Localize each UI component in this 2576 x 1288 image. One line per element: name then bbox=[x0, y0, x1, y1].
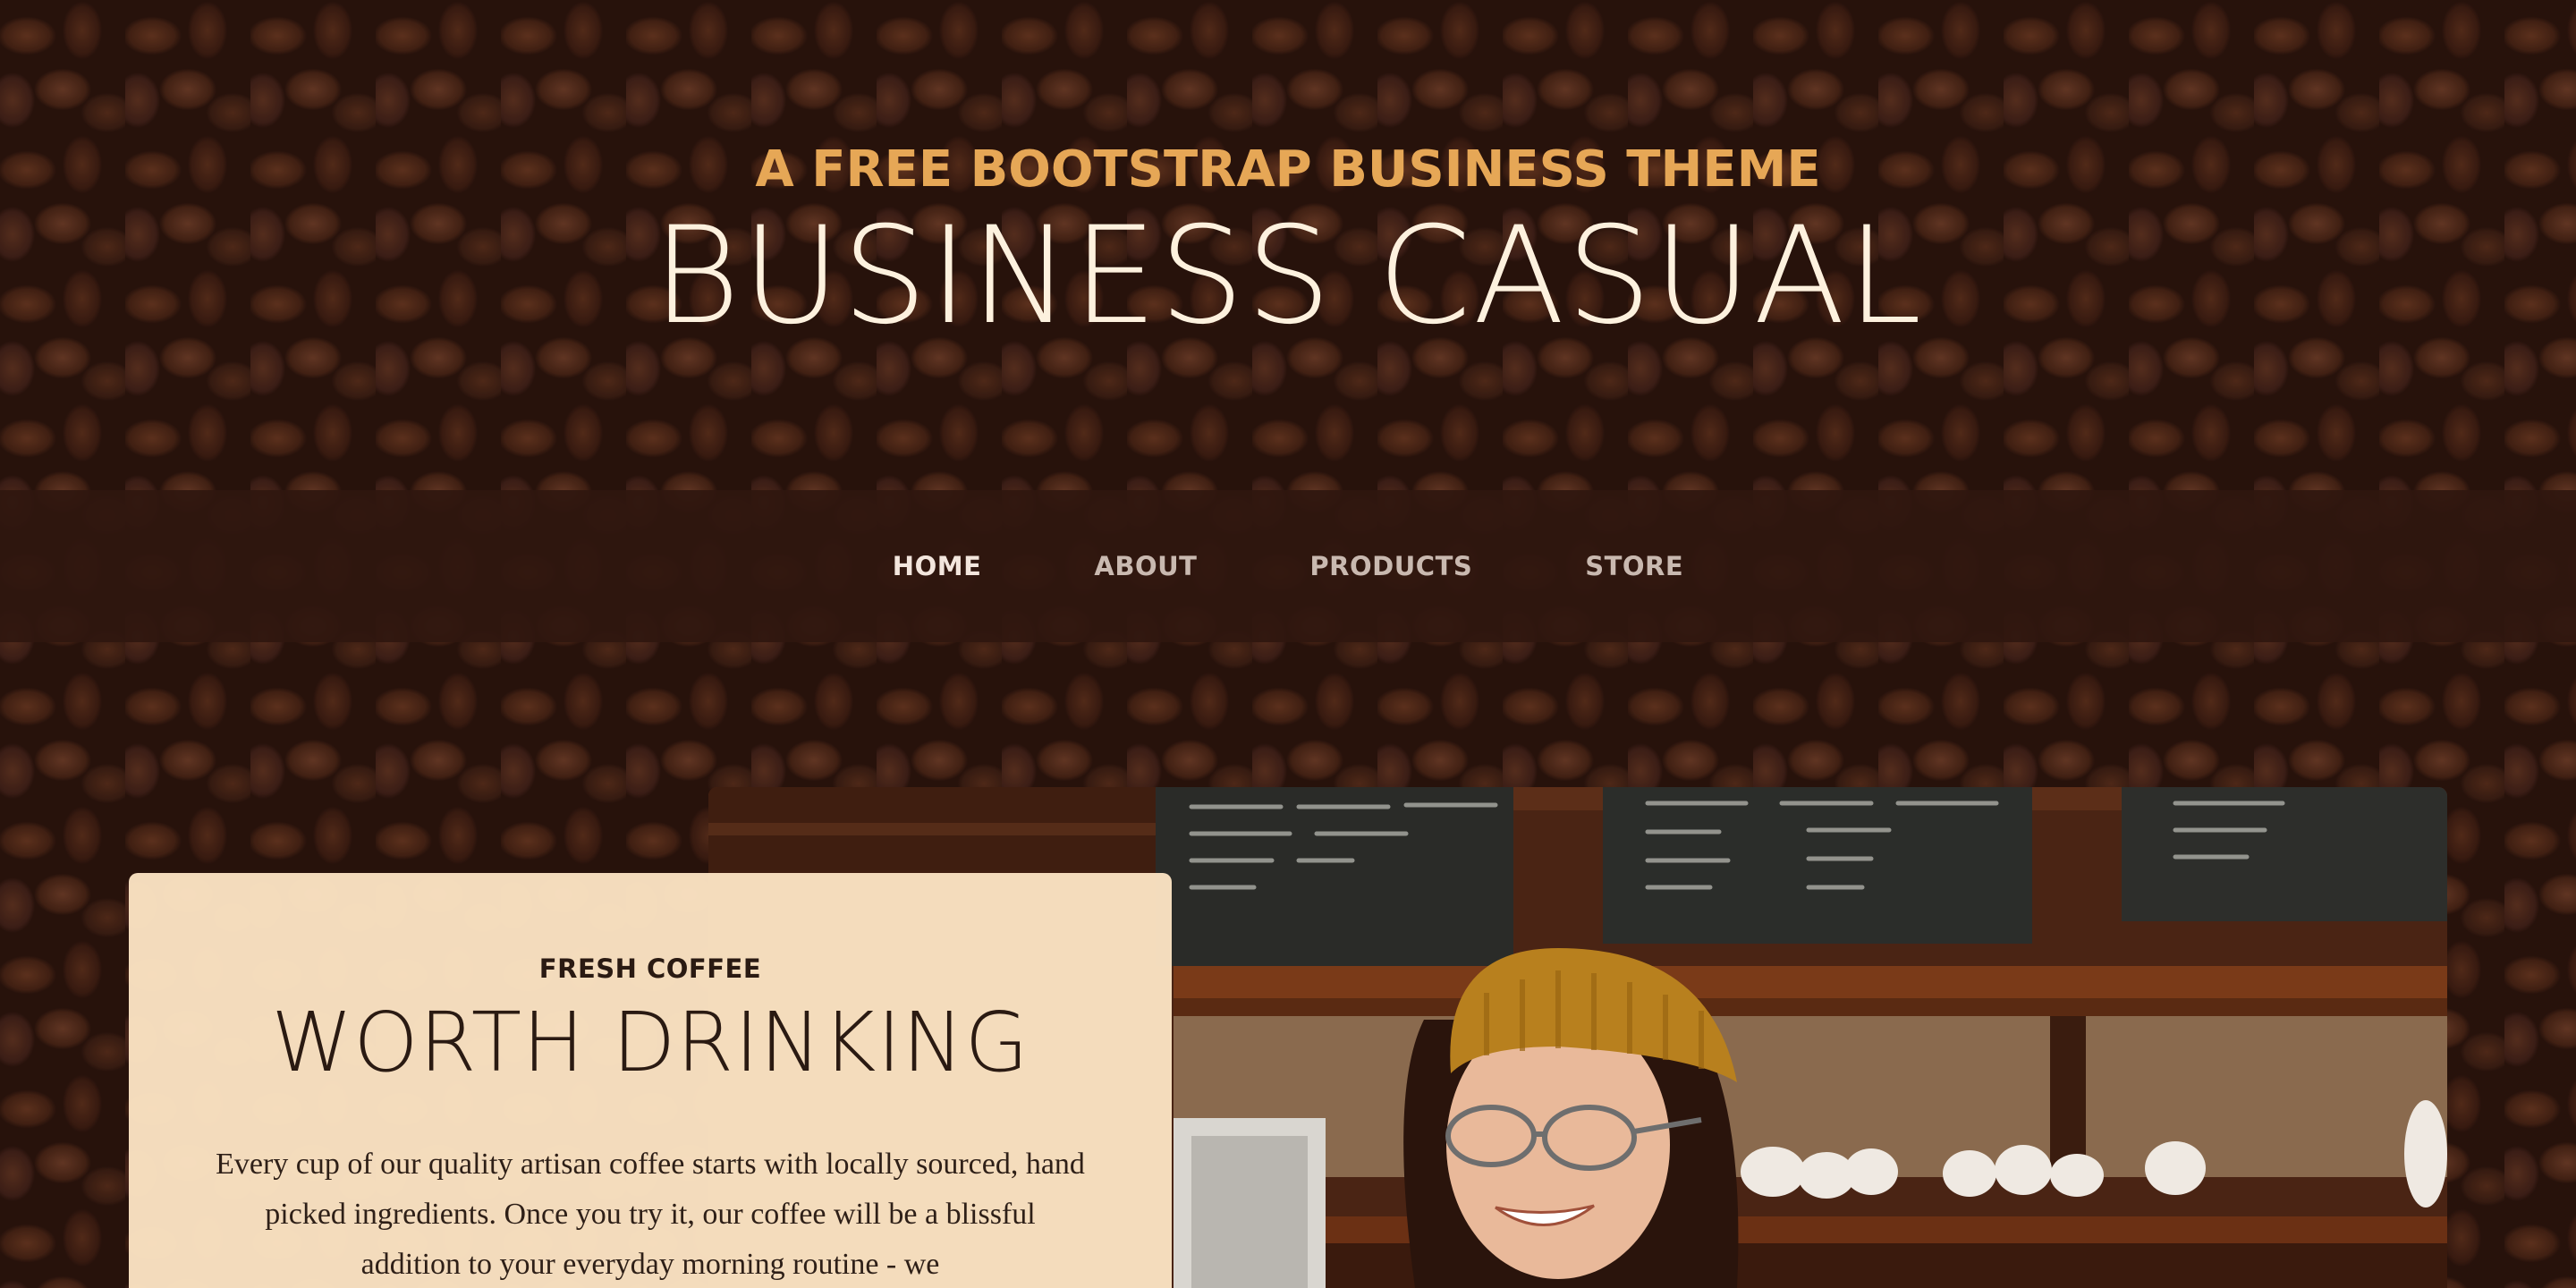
intro-text: Every cup of our quality artisan coffee … bbox=[216, 1148, 1085, 1281]
site-heading: A FREE BOOTSTRAP BUSINESS THEME BUSINESS… bbox=[0, 134, 2576, 343]
nav-item-home[interactable]: HOME bbox=[893, 551, 982, 581]
nav-item-store[interactable]: STORE bbox=[1585, 551, 1683, 581]
intro-heading-upper: FRESH COFFEE bbox=[538, 953, 762, 984]
nav-item-products[interactable]: PRODUCTS bbox=[1309, 551, 1472, 581]
main-navbar: HOME ABOUT PRODUCTS STORE bbox=[0, 490, 2576, 642]
intro-card: FRESH COFFEE WORTH DRINKING Every cup of… bbox=[129, 873, 1172, 1288]
nav-item-about[interactable]: ABOUT bbox=[1094, 551, 1197, 581]
nav-list: HOME ABOUT PRODUCTS STORE bbox=[0, 490, 2576, 642]
site-heading-upper: A FREE BOOTSTRAP BUSINESS THEME bbox=[755, 140, 1821, 199]
site-heading-lower: BUSINESS CASUAL bbox=[652, 199, 1924, 354]
intro-heading-lower: WORTH DRINKING bbox=[271, 995, 1030, 1090]
